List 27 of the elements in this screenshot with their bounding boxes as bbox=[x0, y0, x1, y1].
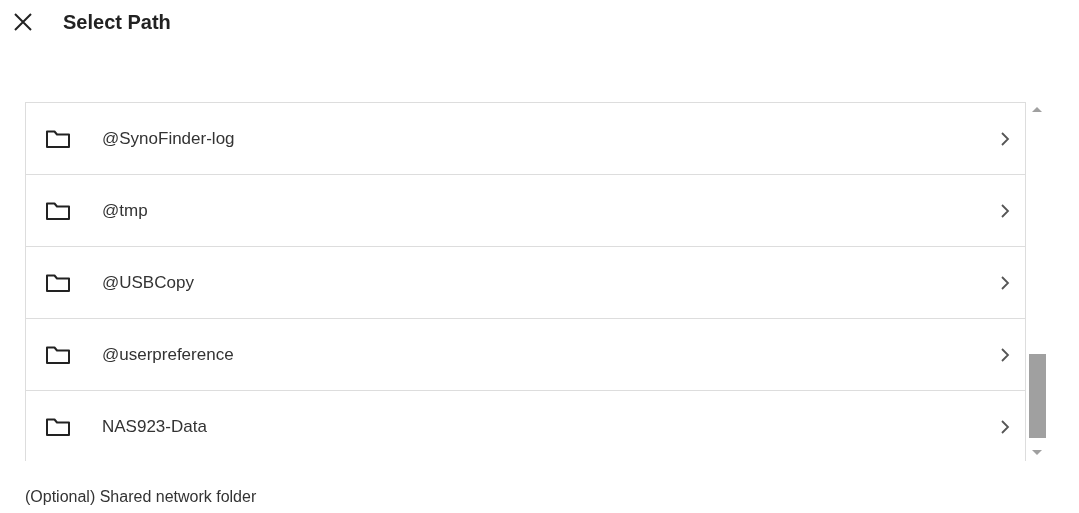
folder-icon bbox=[45, 344, 71, 365]
folder-icon bbox=[45, 200, 71, 221]
chevron-right-icon bbox=[1000, 418, 1010, 435]
chevron-right-icon bbox=[1000, 346, 1010, 363]
folder-row[interactable]: NAS923-Data bbox=[26, 391, 1025, 461]
chevron-right-icon bbox=[1000, 274, 1010, 291]
folder-name: NAS923-Data bbox=[102, 416, 208, 437]
folder-row[interactable]: @userpreference bbox=[26, 319, 1025, 391]
dialog-title: Select Path bbox=[63, 10, 171, 34]
folder-name: @USBCopy bbox=[102, 272, 195, 293]
chevron-right-icon bbox=[1000, 202, 1010, 219]
folder-row[interactable]: @tmp bbox=[26, 175, 1025, 247]
folder-icon bbox=[45, 128, 71, 149]
field-label: (Optional) Shared network folder bbox=[25, 488, 258, 506]
chevron-right-icon bbox=[1000, 130, 1010, 147]
scrollbar-thumb[interactable] bbox=[1028, 354, 1046, 438]
scroll-down-arrow-icon[interactable] bbox=[1032, 450, 1042, 456]
folder-row[interactable]: @USBCopy bbox=[26, 247, 1025, 319]
folder-row[interactable]: @SynoFinder-log bbox=[26, 103, 1025, 175]
close-icon bbox=[14, 13, 32, 31]
folder-name: @userpreference bbox=[102, 344, 235, 365]
close-button[interactable] bbox=[14, 13, 32, 31]
scroll-up-arrow-icon[interactable] bbox=[1032, 106, 1042, 112]
folder-icon bbox=[45, 272, 71, 293]
folder-name: @tmp bbox=[102, 200, 149, 221]
folder-icon bbox=[45, 416, 71, 437]
folder-name: @SynoFinder-log bbox=[102, 128, 236, 149]
